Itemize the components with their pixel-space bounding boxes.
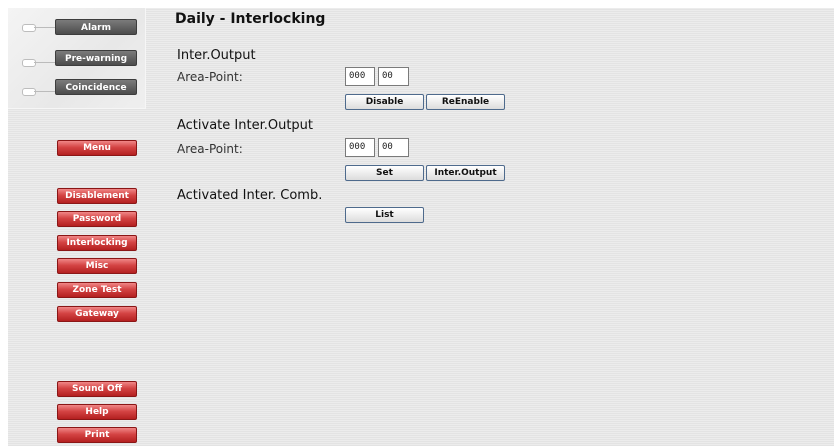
status-panel: Alarm Pre-warning Coincidence <box>8 8 146 109</box>
prewarning-indicator-led <box>22 59 36 67</box>
nav-misc-button[interactable]: Misc <box>57 258 137 274</box>
activate-inter-output-heading: Activate Inter.Output <box>177 118 314 133</box>
activate-area-input[interactable]: 000 <box>345 138 375 157</box>
coincidence-indicator-line <box>34 91 55 92</box>
sound-off-button[interactable]: Sound Off <box>57 381 137 397</box>
page-background: Alarm Pre-warning Coincidence Menu Disab… <box>8 8 834 446</box>
nav-password-button[interactable]: Password <box>57 211 137 227</box>
activate-point-input[interactable]: 00 <box>378 138 409 157</box>
alarm-button[interactable]: Alarm <box>55 19 137 35</box>
inter-output-heading: Inter.Output <box>177 48 256 63</box>
alarm-indicator-line <box>34 27 55 28</box>
page-title: Daily - Interlocking <box>175 11 326 27</box>
activated-inter-comb-heading: Activated Inter. Comb. <box>177 188 323 203</box>
reenable-button[interactable]: ReEnable <box>426 94 505 110</box>
coincidence-button[interactable]: Coincidence <box>55 79 137 95</box>
inter-output-area-input[interactable]: 000 <box>345 67 375 86</box>
print-button[interactable]: Print <box>57 427 137 443</box>
inter-output-point-input[interactable]: 00 <box>378 67 409 86</box>
prewarning-indicator-line <box>34 62 55 63</box>
menu-button[interactable]: Menu <box>57 140 137 156</box>
coincidence-indicator-led <box>22 88 36 96</box>
inter-output-area-point-fields: 000 00 <box>345 67 409 86</box>
nav-gateway-button[interactable]: Gateway <box>57 306 137 322</box>
nav-disablement-button[interactable]: Disablement <box>57 188 137 204</box>
alarm-indicator-led <box>22 24 36 32</box>
list-button[interactable]: List <box>345 207 424 223</box>
activate-area-point-fields: 000 00 <box>345 138 409 157</box>
nav-zone-test-button[interactable]: Zone Test <box>57 282 137 298</box>
help-button[interactable]: Help <box>57 404 137 420</box>
nav-interlocking-button[interactable]: Interlocking <box>57 235 137 251</box>
activate-area-point-label: Area-Point: <box>177 142 243 156</box>
set-button[interactable]: Set <box>345 165 424 181</box>
prewarning-button[interactable]: Pre-warning <box>55 50 137 66</box>
inter-output-area-point-label: Area-Point: <box>177 70 243 84</box>
inter-output-button[interactable]: Inter.Output <box>426 165 505 181</box>
disable-button[interactable]: Disable <box>345 94 424 110</box>
